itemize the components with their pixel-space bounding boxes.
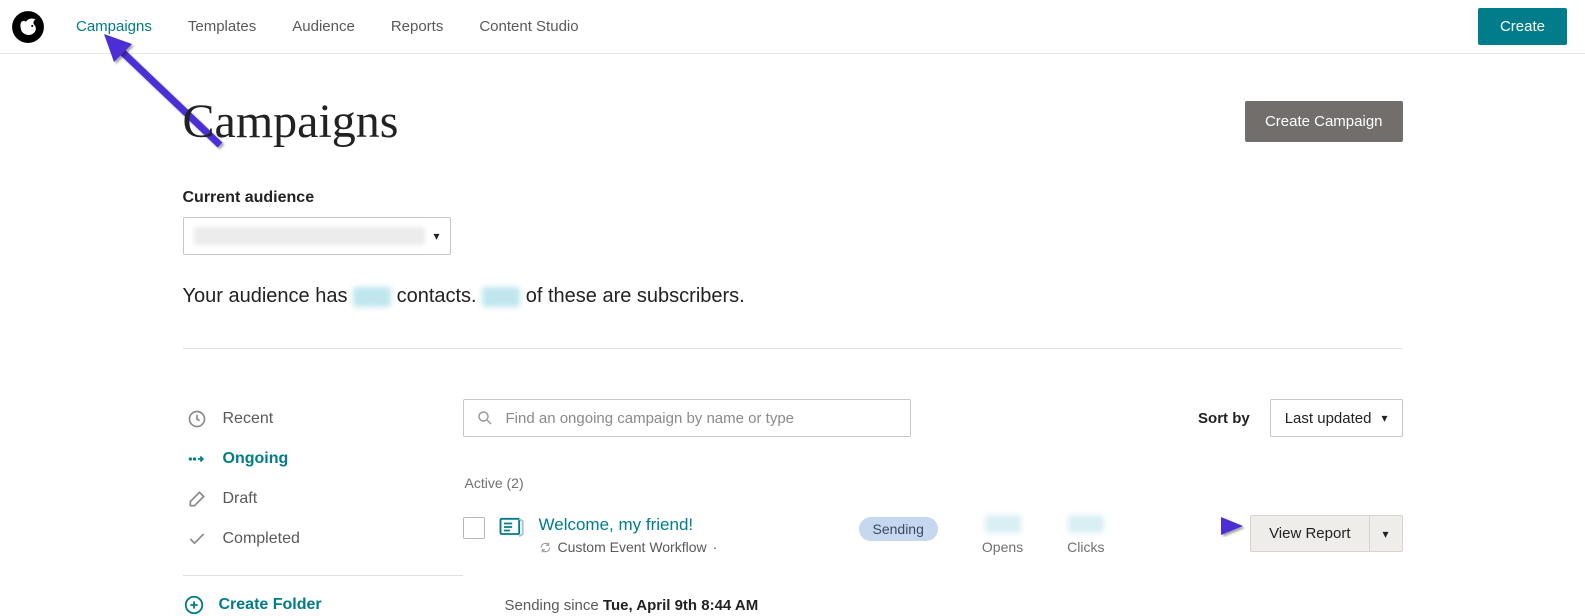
nav-audience[interactable]: Audience [292, 18, 355, 35]
page-title: Campaigns [183, 94, 399, 149]
audience-summary-pre: Your audience has [183, 285, 354, 307]
sending-since-date: Tue, April 9th 8:44 AM [603, 597, 758, 614]
filter-draft-label: Draft [223, 490, 258, 508]
audience-summary-mid: contacts. [391, 285, 482, 307]
filter-completed[interactable]: Completed [183, 519, 463, 559]
plus-circle-icon [183, 594, 205, 616]
chevron-down-icon: ▾ [433, 229, 439, 243]
contacts-count-redacted [353, 287, 391, 307]
filter-sidebar: Recent Ongoing Draft [183, 399, 463, 616]
filter-draft[interactable]: Draft [183, 479, 463, 519]
arrow-dots-icon [187, 449, 207, 469]
view-report-button[interactable]: View Report [1250, 515, 1368, 552]
opens-stat: Opens [982, 515, 1023, 555]
sending-since-prefix: Sending since [505, 597, 603, 614]
sort-by-label: Sort by [1198, 410, 1250, 427]
status-badge: Sending [859, 517, 938, 541]
filter-completed-label: Completed [223, 530, 300, 548]
search-box[interactable] [463, 399, 911, 437]
create-button[interactable]: Create [1478, 8, 1567, 45]
campaign-subtype: Custom Event Workflow [558, 539, 707, 555]
create-campaign-button[interactable]: Create Campaign [1245, 101, 1403, 142]
opens-label: Opens [982, 539, 1023, 555]
filter-recent-label: Recent [223, 410, 274, 428]
opens-count-redacted [985, 515, 1021, 533]
chevron-down-icon: ▾ [1382, 527, 1388, 541]
filter-ongoing-label: Ongoing [223, 450, 289, 468]
nav-templates[interactable]: Templates [188, 18, 256, 35]
filter-ongoing[interactable]: Ongoing [183, 439, 463, 479]
subscribers-count-redacted [482, 287, 520, 307]
audience-summary: Your audience has contacts. of these are… [183, 285, 1403, 308]
refresh-icon [539, 541, 552, 554]
sending-since: Sending since Tue, April 9th 8:44 AM [505, 597, 1403, 614]
nav-campaigns[interactable]: Campaigns [76, 18, 152, 35]
postcard-icon [497, 513, 525, 541]
top-nav: Campaigns Templates Audience Reports Con… [0, 0, 1585, 54]
mailchimp-logo[interactable] [10, 9, 46, 45]
campaign-row: Welcome, my friend! Custom Event Workflo… [463, 509, 1403, 561]
row-checkbox[interactable] [463, 517, 485, 539]
audience-summary-post: of these are subscribers. [520, 285, 745, 307]
audience-select[interactable]: ▾ [183, 217, 451, 255]
create-folder-button[interactable]: Create Folder [183, 594, 463, 616]
search-icon [476, 409, 494, 427]
clicks-count-redacted [1068, 515, 1104, 533]
filter-recent[interactable]: Recent [183, 399, 463, 439]
check-icon [187, 529, 207, 549]
campaign-title-link[interactable]: Welcome, my friend! [539, 515, 839, 535]
sort-selected: Last updated [1285, 410, 1372, 427]
clicks-label: Clicks [1067, 539, 1104, 555]
clicks-stat: Clicks [1067, 515, 1104, 555]
audience-select-redacted [194, 227, 426, 245]
nav-content-studio[interactable]: Content Studio [479, 18, 578, 35]
search-input[interactable] [504, 409, 898, 428]
dot-separator: · [713, 539, 718, 555]
sort-select[interactable]: Last updated ▾ [1270, 399, 1403, 437]
primary-nav: Campaigns Templates Audience Reports Con… [76, 18, 579, 35]
create-folder-label: Create Folder [219, 596, 322, 614]
divider [183, 348, 1403, 349]
clock-icon [187, 409, 207, 429]
row-action-menu[interactable]: ▾ [1369, 515, 1403, 552]
active-section-label: Active (2) [465, 475, 1403, 491]
pencil-icon [187, 489, 207, 509]
campaign-list: Sort by Last updated ▾ Active (2) Welcom… [463, 399, 1403, 616]
current-audience-label: Current audience [183, 189, 1403, 207]
nav-reports[interactable]: Reports [391, 18, 444, 35]
annotation-arrow-report [1113, 513, 1253, 543]
chevron-down-icon: ▾ [1381, 411, 1387, 425]
